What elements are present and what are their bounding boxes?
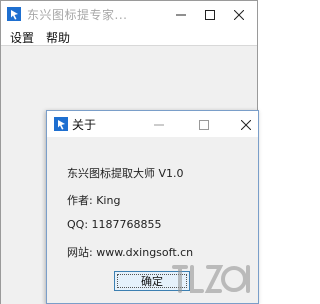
about-title: 关于 <box>72 118 97 132</box>
close-icon <box>241 119 251 130</box>
menu-item-settings[interactable]: 设置 <box>10 29 34 46</box>
close-icon <box>234 9 244 20</box>
minimize-icon <box>154 124 164 125</box>
product-name-line: 东兴图标提取大师 V1.0 <box>67 167 184 180</box>
about-maximize-button[interactable] <box>191 111 217 138</box>
author-line: 作者: King <box>67 194 121 207</box>
qq-line: QQ: 1187768855 <box>67 218 162 231</box>
about-titlebar[interactable]: 关于 <box>47 111 258 137</box>
app-icon <box>54 117 68 131</box>
minimize-button[interactable] <box>167 1 195 28</box>
about-minimize-button[interactable] <box>146 111 172 138</box>
main-window-title: 东兴图标提专家... <box>27 8 128 22</box>
watermark-logo <box>172 265 250 293</box>
about-close-button[interactable] <box>234 111 258 138</box>
menu-item-help[interactable]: 帮助 <box>46 29 70 46</box>
maximize-button[interactable] <box>196 1 224 28</box>
maximize-icon <box>199 119 209 130</box>
maximize-icon <box>205 9 215 20</box>
main-titlebar[interactable]: 东兴图标提专家... <box>1 1 257 28</box>
minimize-icon <box>176 14 186 15</box>
menu-bar: 设置 帮助 <box>1 28 257 45</box>
close-button[interactable] <box>225 1 253 28</box>
app-icon <box>7 7 21 21</box>
about-dialog: 关于 东兴图标提取大师 V1.0 作者: King QQ: 1187768855… <box>46 110 259 304</box>
